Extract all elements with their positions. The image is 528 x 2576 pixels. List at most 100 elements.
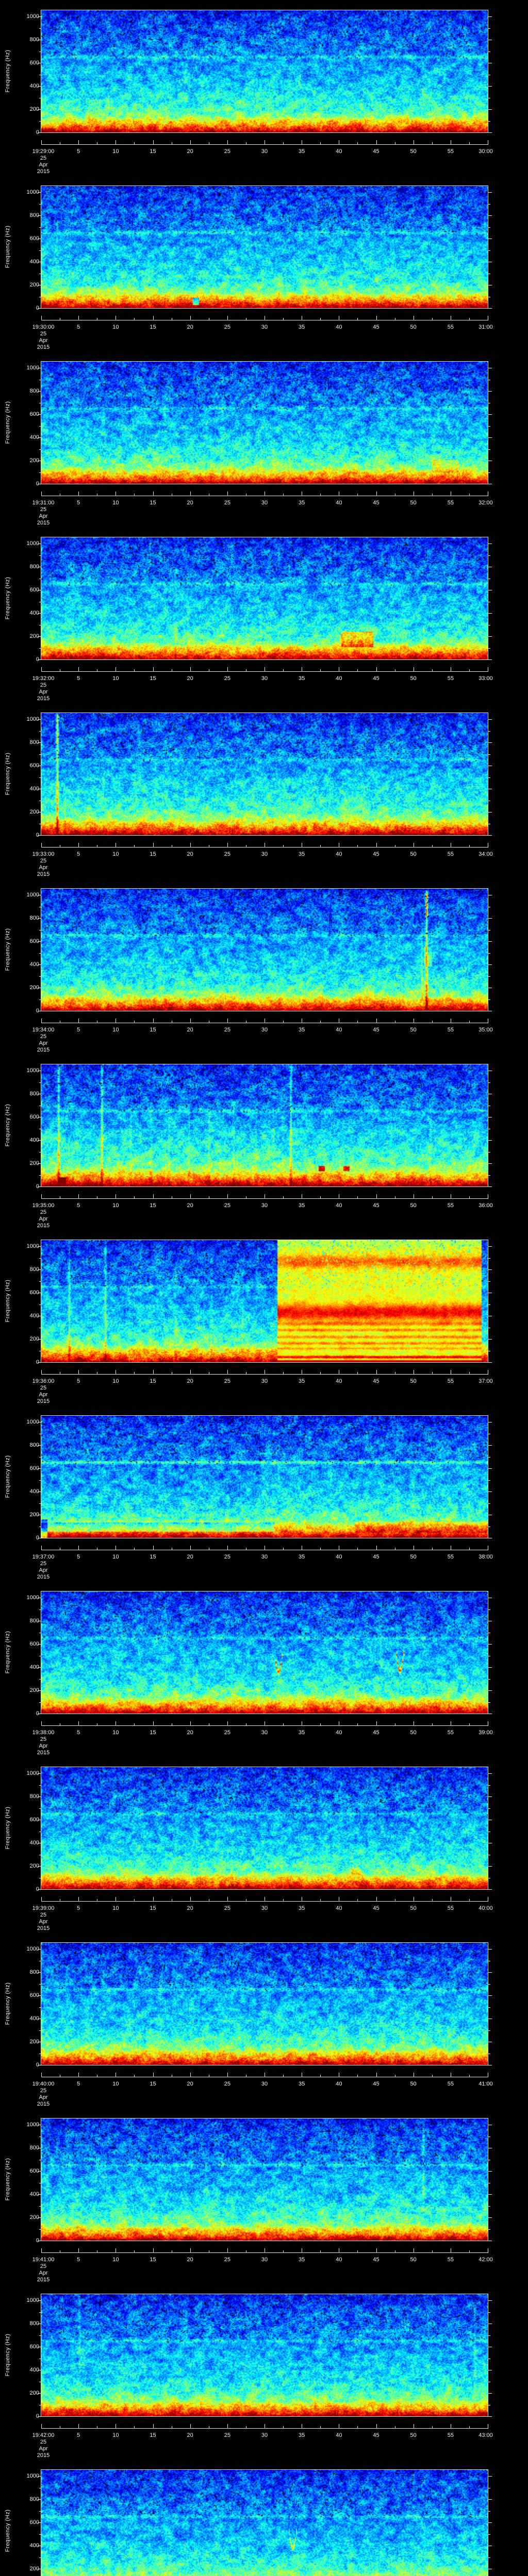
x-major-tick bbox=[78, 316, 79, 320]
y-tick-label: 1000 bbox=[26, 1595, 39, 1601]
x-tick-label: 30 bbox=[261, 2081, 268, 2087]
y-tick-label: 1000 bbox=[26, 2122, 39, 2128]
x-tick-label: 40 bbox=[336, 1554, 342, 1560]
x-tick-label: 10 bbox=[112, 500, 119, 506]
x-major-tick bbox=[227, 1370, 228, 1374]
y-minor-tick bbox=[488, 1258, 490, 1259]
x-tick-label: 25 bbox=[224, 1202, 230, 1209]
x-major-tick bbox=[153, 2073, 154, 2077]
x-minor-tick bbox=[357, 142, 358, 144]
spectrogram-panel-19-43-00: Frequency (Hz)1000800600400200019:43:005… bbox=[0, 2460, 528, 2576]
x-major-tick bbox=[41, 492, 42, 496]
date-year-label: 2015 bbox=[37, 696, 50, 702]
y-tick-label: 200 bbox=[29, 809, 39, 816]
x-tick-label: 30 bbox=[261, 1554, 268, 1560]
x-minor-tick bbox=[469, 142, 470, 144]
y-major-tick bbox=[488, 414, 492, 415]
time-axis bbox=[41, 1198, 488, 1199]
y-tick-label: 200 bbox=[29, 1512, 39, 1518]
x-tick-label: 20 bbox=[187, 1554, 193, 1560]
date-day-label: 25 bbox=[40, 1561, 47, 1567]
y-tick-label: 0 bbox=[14, 832, 39, 838]
x-major-tick bbox=[376, 140, 377, 144]
x-tick-label: 35 bbox=[299, 2081, 305, 2087]
x-tick-label: 55 bbox=[447, 1202, 454, 1209]
x-major-tick bbox=[153, 1897, 154, 1901]
x-tick-label: 40 bbox=[336, 1202, 342, 1209]
y-tick-label: 400 bbox=[29, 83, 39, 90]
date-day-label: 25 bbox=[40, 1912, 47, 1918]
spectrogram-plot bbox=[41, 537, 488, 660]
x-minor-tick bbox=[283, 2426, 284, 2428]
x-minor-tick bbox=[320, 142, 321, 144]
x-major-tick bbox=[376, 316, 377, 320]
y-tick-label: 0 bbox=[14, 481, 39, 487]
y-major-tick bbox=[488, 1468, 492, 1469]
spectrogram-panel-19-30-00: Frequency (Hz) 1000 800 600 400 200 0 19:30:00 5… bbox=[0, 176, 528, 351]
y-major-tick bbox=[488, 109, 492, 110]
x-major-tick bbox=[376, 492, 377, 496]
y-major-tick bbox=[488, 1140, 492, 1141]
date-year-label: 2015 bbox=[37, 1223, 50, 1229]
x-tick-label: 55 bbox=[447, 675, 454, 682]
x-tick-label: 25 bbox=[224, 1905, 230, 1911]
x-tick-label: 45 bbox=[373, 1554, 380, 1560]
spectrogram-plot bbox=[41, 10, 488, 133]
x-major-tick bbox=[227, 492, 228, 496]
y-tick-label: 400 bbox=[29, 2015, 39, 2022]
y-minor-tick bbox=[488, 1503, 490, 1504]
spectrogram-plot bbox=[41, 1064, 488, 1187]
y-major-tick bbox=[488, 636, 492, 637]
y-major-tick bbox=[488, 613, 492, 614]
y-tick-label: 200 bbox=[29, 1160, 39, 1167]
x-tick-label: 35 bbox=[299, 1905, 305, 1911]
date-year-label: 2015 bbox=[37, 168, 50, 175]
x-tick-label: 5 bbox=[77, 851, 80, 857]
spectrogram-panel-19-34-00: Frequency (Hz) 1000 800 600 400 200 0 19:34:00 5… bbox=[0, 878, 528, 1054]
spectrogram-plot bbox=[41, 1942, 488, 2065]
y-tick-label: 400 bbox=[29, 1488, 39, 1495]
x-tick-label: 30 bbox=[261, 1027, 268, 1033]
y-minor-tick bbox=[488, 28, 490, 29]
x-major-tick bbox=[376, 1194, 377, 1198]
date-month-label: Apr bbox=[39, 1216, 48, 1222]
x-major-tick bbox=[78, 492, 79, 496]
x-tick-label: 40 bbox=[336, 1378, 342, 1384]
y-minor-tick bbox=[488, 1456, 490, 1458]
spectrogram-panel-19-40-00: Frequency (Hz) 1000 800 600 400 200 0 19:40:00 5… bbox=[0, 1933, 528, 2108]
x-tick-label: 20 bbox=[187, 324, 193, 330]
x-minor-tick bbox=[283, 1196, 284, 1198]
x-major-tick bbox=[190, 1370, 191, 1374]
date-month-label: Apr bbox=[39, 513, 48, 519]
x-major-tick bbox=[190, 1194, 191, 1198]
y-tick-label: 800 bbox=[29, 915, 39, 922]
y-major-tick bbox=[488, 16, 492, 18]
x-tick-label: 15 bbox=[150, 324, 156, 330]
x-end-time-label: 41:00 bbox=[478, 2081, 493, 2087]
x-tick-label: 40 bbox=[336, 1027, 342, 1033]
x-minor-tick bbox=[134, 669, 135, 671]
x-major-tick bbox=[190, 140, 191, 144]
x-tick-label: 30 bbox=[261, 1730, 268, 1736]
y-minor-tick bbox=[488, 2206, 490, 2207]
x-minor-tick bbox=[320, 1723, 321, 1725]
x-major-tick bbox=[190, 2424, 191, 2428]
x-major-tick bbox=[190, 1019, 191, 1023]
x-tick-label: 55 bbox=[447, 500, 454, 506]
x-minor-tick bbox=[357, 1021, 358, 1023]
x-minor-tick bbox=[134, 318, 135, 320]
y-major-tick bbox=[488, 719, 492, 720]
x-major-tick bbox=[153, 140, 154, 144]
x-tick-label: 45 bbox=[373, 1730, 380, 1736]
x-minor-tick bbox=[283, 494, 284, 496]
x-minor-tick bbox=[283, 1372, 284, 1374]
x-tick-label: 15 bbox=[150, 148, 156, 155]
x-major-tick bbox=[227, 2248, 228, 2252]
x-tick-label: 20 bbox=[187, 1730, 193, 1736]
y-tick-label: 0 bbox=[14, 2413, 39, 2419]
x-minor-tick bbox=[432, 142, 433, 144]
x-tick-label: 55 bbox=[447, 1905, 454, 1911]
y-tick-label: 600 bbox=[29, 2519, 39, 2526]
y-minor-tick bbox=[488, 2534, 490, 2535]
y-minor-tick bbox=[488, 2557, 490, 2558]
